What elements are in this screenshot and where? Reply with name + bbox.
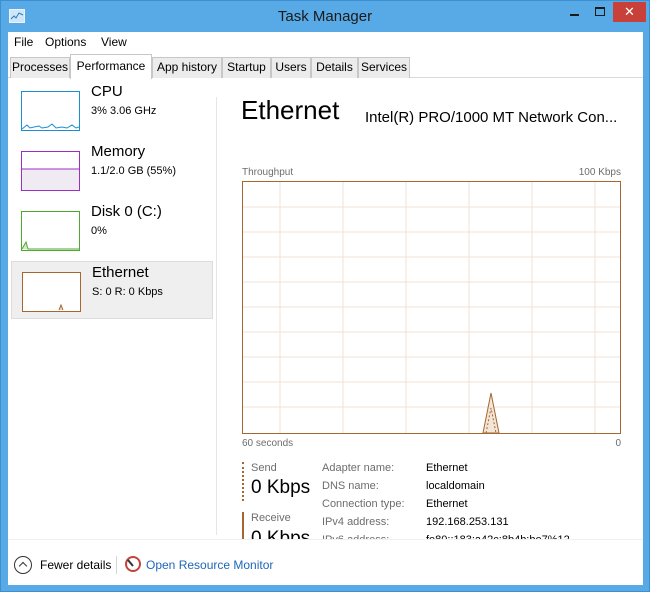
footer-divider [116, 556, 117, 574]
send-label: Send [251, 462, 277, 474]
minimize-icon [569, 14, 579, 16]
graph-max-label: 100 Kbps [578, 167, 621, 178]
property-label: Adapter name: [322, 462, 395, 474]
sidebar-item-cpu[interactable]: CPU 3% 3.06 GHz [11, 81, 213, 139]
ethernet-graph-icon [22, 272, 81, 312]
property-value: localdomain [426, 480, 485, 492]
menu-view[interactable]: View [101, 35, 127, 49]
receive-label: Receive [251, 512, 291, 524]
page-title: Ethernet [241, 95, 340, 125]
menu-bar: File Options View [8, 32, 643, 53]
sidebar-item-subtitle: 0% [91, 225, 107, 237]
sidebar-item-title: Ethernet [92, 264, 149, 281]
sidebar-item-disk[interactable]: Disk 0 (C:) 0% [11, 201, 213, 259]
property-value: 192.168.253.131 [426, 516, 509, 528]
performance-panel: CPU 3% 3.06 GHz Memory 1.1/2.0 GB (55%) … [8, 79, 643, 552]
graph-time-label: 60 seconds [242, 438, 294, 449]
throughput-graph-svg [243, 182, 620, 434]
throughput-graph [242, 181, 621, 434]
close-button[interactable]: ✕ [613, 2, 646, 22]
tab-processes[interactable]: Processes [10, 57, 70, 78]
tab-users[interactable]: Users [271, 57, 311, 78]
chevron-up-icon[interactable] [14, 556, 32, 574]
maximize-button[interactable] [587, 2, 613, 22]
property-label: Connection type: [322, 498, 405, 510]
client-area: File Options View Processes Performance … [8, 32, 643, 585]
task-manager-window: Task Manager ✕ File Options View Process… [0, 0, 650, 592]
graph-min-label: 0 [615, 438, 621, 449]
title-bar[interactable]: Task Manager ✕ [1, 1, 649, 33]
sidebar-item-title: Disk 0 (C:) [91, 203, 162, 220]
tab-services[interactable]: Services [358, 57, 410, 78]
sidebar-item-title: CPU [91, 83, 123, 100]
property-value: Ethernet [426, 498, 468, 510]
window-title: Task Manager [277, 8, 373, 25]
disk-graph-icon [21, 211, 80, 251]
open-resource-monitor-link[interactable]: Open Resource Monitor [146, 558, 273, 572]
graph-title: Throughput [242, 167, 294, 178]
tab-strip: Processes Performance App history Startu… [8, 54, 643, 79]
sidebar-item-ethernet[interactable]: Ethernet S: 0 R: 0 Kbps [11, 261, 213, 319]
property-value: Ethernet [426, 462, 468, 474]
menu-options[interactable]: Options [45, 35, 86, 49]
cpu-graph-icon [21, 91, 80, 131]
close-icon: ✕ [624, 4, 635, 19]
maximize-icon [595, 7, 605, 16]
sidebar-item-memory[interactable]: Memory 1.1/2.0 GB (55%) [11, 141, 213, 199]
footer-bar: Fewer details Open Resource Monitor [8, 539, 643, 585]
sidebar-item-subtitle: 1.1/2.0 GB (55%) [91, 165, 176, 177]
tab-performance[interactable]: Performance [70, 54, 152, 79]
resource-monitor-icon[interactable] [125, 556, 141, 572]
memory-graph-icon [21, 151, 80, 191]
tab-app-history[interactable]: App history [152, 57, 222, 78]
sidebar-item-subtitle: S: 0 R: 0 Kbps [92, 286, 163, 298]
fewer-details-button[interactable]: Fewer details [40, 558, 111, 572]
tab-details[interactable]: Details [311, 57, 358, 78]
sidebar-item-title: Memory [91, 143, 146, 160]
send-value: 0 Kbps [251, 477, 311, 498]
property-label: IPv4 address: [322, 516, 390, 528]
menu-file[interactable]: File [14, 35, 33, 49]
sidebar-item-subtitle: 3% 3.06 GHz [91, 105, 157, 117]
adapter-description: Intel(R) PRO/1000 MT Network Con... [365, 109, 618, 126]
minimize-button[interactable] [561, 2, 587, 22]
panel-divider [216, 97, 217, 535]
send-indicator [242, 462, 244, 501]
property-label: DNS name: [322, 480, 379, 492]
tab-startup[interactable]: Startup [222, 57, 271, 78]
